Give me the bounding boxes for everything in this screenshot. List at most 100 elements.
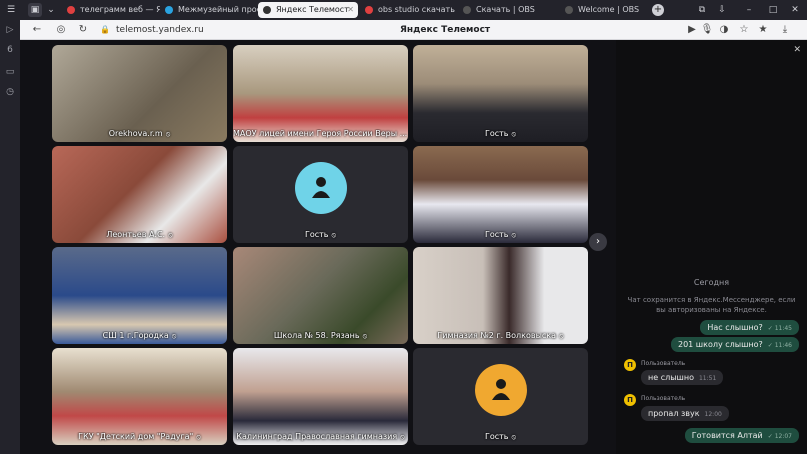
mic-muted-icon: ⦸ — [196, 433, 201, 441]
participant-tile[interactable]: Orekhova.r.m ⦸ — [52, 45, 227, 142]
download-icon[interactable]: ⤓ — [778, 23, 792, 37]
video-feed — [233, 45, 408, 142]
screen-share-icon[interactable]: ▭ — [4, 66, 16, 78]
participant-tile[interactable]: Калининград Православная гимназия ⦸ — [233, 348, 408, 445]
tab-obs-download[interactable]: Скачать | OBS — [458, 2, 558, 18]
participant-tile[interactable]: Гость ⦸ — [413, 348, 588, 445]
participant-name: Гость ⦸ — [484, 129, 517, 138]
video-feed — [52, 146, 227, 243]
browser-sidebar: ▷ 6 ▭ ◷ — [0, 20, 20, 454]
address-bar: ← ◎ ↻ 🔒 telemost.yandex.ru Яндекс Телемо… — [20, 20, 807, 40]
downloads-icon[interactable]: ⇩ — [715, 3, 729, 17]
alice-icon[interactable]: ◎ — [54, 23, 68, 37]
back-arrow-icon[interactable]: ← — [30, 23, 44, 37]
participant-tile[interactable]: Школа № 58. Рязань ⦸ — [233, 247, 408, 344]
video-grid: Orekhova.r.m ⦸ МАОУ лицей имени Героя Рос… — [20, 40, 616, 454]
participant-tile[interactable]: СШ 1 г.Городка ⦸ — [52, 247, 227, 344]
participant-name: Школа № 58. Рязань ⦸ — [273, 331, 368, 340]
chat-message-incoming: пропал звук 12:00 — [641, 406, 729, 421]
page-title: Яндекс Телемост — [400, 25, 491, 35]
tab-obs-search[interactable]: obs studio скачать — Я — [360, 2, 456, 18]
chat-message-outgoing: Готовится Алтай ✓ 12:07 — [684, 428, 799, 443]
extension-icon[interactable]: ◑ — [717, 23, 731, 37]
history-clock-icon[interactable]: ◷ — [4, 86, 16, 98]
profile-tab-icon[interactable]: ▣ — [28, 3, 42, 17]
browser-menu-icon[interactable]: ☰ — [4, 3, 18, 17]
obs-favicon-icon — [565, 6, 573, 14]
video-feed — [413, 247, 588, 344]
chat-message-incoming: не слышно 11:51 — [641, 370, 724, 385]
yandex-favicon-icon — [365, 6, 373, 14]
participant-name: Калининград Православная гимназия ⦸ — [236, 432, 405, 441]
tab-mezhmuzeyny[interactable]: Межмузейный проект — [160, 2, 258, 18]
chat-message-outgoing: 201 школу слышно? ✓ 11:46 — [670, 337, 799, 352]
url-field[interactable]: telemost.yandex.ru — [116, 23, 204, 37]
participant-name: Гость ⦸ — [484, 230, 517, 239]
user-avatar: П — [624, 359, 636, 371]
tab-telegram[interactable]: телеграмм веб — Я — [62, 2, 160, 18]
participant-tile[interactable]: ГКУ "Детский дом "Радуга" ⦸ — [52, 348, 227, 445]
participant-name: ГКУ "Детский дом "Радуга" ⦸ — [78, 432, 201, 441]
mic-muted-icon: ⦸ — [171, 332, 177, 340]
mic-muted-icon: ⦸ — [362, 332, 368, 340]
guest-avatar — [475, 364, 527, 416]
bookmark-icon[interactable]: ☆ — [737, 23, 751, 37]
mic-muted-icon: ⦸ — [511, 433, 517, 441]
minimize-icon[interactable]: – — [742, 3, 756, 17]
new-tab-button[interactable]: + — [652, 4, 664, 16]
star-icon[interactable]: ★ — [756, 23, 770, 37]
participant-tile[interactable]: Леонтьев А.С. ⦸ — [52, 146, 227, 243]
browser-tab-bar: ☰ ▣ ⌄ телеграмм веб — Я Межмузейный прое… — [0, 0, 807, 20]
reload-icon[interactable]: ↻ — [76, 23, 90, 37]
video-feed — [52, 45, 227, 142]
close-tab-icon[interactable]: ✕ — [347, 2, 354, 18]
user-silhouette-icon — [312, 177, 330, 198]
participant-tile[interactable]: МАОУ лицей имени Героя России Веры ...⦸ — [233, 45, 408, 142]
message-author: Пользователь — [641, 360, 686, 367]
message-author: Пользователь — [641, 395, 686, 402]
participant-name: Леонтьев А.С. ⦸ — [106, 230, 173, 239]
microphone-permission-icon[interactable]: 🎙 — [700, 23, 714, 37]
video-feed — [233, 348, 408, 445]
next-page-button[interactable]: › — [589, 233, 607, 251]
close-window-icon[interactable]: ✕ — [788, 3, 802, 17]
participant-tile[interactable]: Гимназия №2 г. Волковыска ⦸ — [413, 247, 588, 344]
number-six-icon[interactable]: 6 — [4, 44, 16, 56]
mic-muted-icon: ⦸ — [400, 433, 405, 441]
user-avatar: П — [624, 394, 636, 406]
lock-icon: 🔒 — [100, 25, 110, 34]
participant-tile[interactable]: Гость ⦸ — [233, 146, 408, 243]
participant-name: СШ 1 г.Городка ⦸ — [102, 331, 177, 340]
mic-muted-icon: ⦸ — [168, 231, 173, 239]
mic-muted-icon: ⦸ — [165, 130, 171, 138]
participant-name: Гость ⦸ — [484, 432, 517, 441]
chevron-down-icon[interactable]: ⌄ — [44, 3, 58, 17]
chat-notice: Чат сохранится в Яндекс.Мессенджере, есл… — [627, 296, 796, 314]
tab-obs-welcome[interactable]: Welcome | OBS — [560, 2, 652, 18]
chat-panel: ✕ Сегодня Чат сохранится в Яндекс.Мессен… — [616, 40, 807, 454]
mic-muted-icon: ⦸ — [511, 130, 517, 138]
tab-telemost[interactable]: Яндекс Телемост ✕ — [258, 2, 358, 18]
play-circle-icon[interactable]: ▷ — [4, 24, 16, 36]
mic-muted-icon: ⦸ — [331, 231, 337, 239]
video-feed — [413, 146, 588, 243]
close-chat-icon[interactable]: ✕ — [793, 45, 801, 55]
telemost-favicon-icon — [263, 6, 271, 14]
video-feed — [413, 45, 588, 142]
maximize-icon[interactable]: □ — [766, 3, 780, 17]
video-feed — [52, 348, 227, 445]
participant-tile[interactable]: Гость ⦸ — [413, 146, 588, 243]
mic-muted-icon: ⦸ — [559, 332, 564, 340]
telegram-favicon-icon — [165, 6, 173, 14]
collections-icon[interactable]: ⧉ — [695, 3, 709, 17]
participant-tile[interactable]: Гость ⦸ — [413, 45, 588, 142]
chat-day-label: Сегодня — [693, 278, 730, 287]
camera-permission-icon[interactable]: ▶ — [685, 23, 699, 37]
video-feed — [233, 247, 408, 344]
obs-favicon-icon — [463, 6, 471, 14]
chat-message-outgoing: Нас слышно? ✓ 11:45 — [700, 320, 799, 335]
guest-avatar — [295, 162, 347, 214]
participant-name: Гимназия №2 г. Волковыска ⦸ — [437, 331, 564, 340]
mic-muted-icon: ⦸ — [511, 231, 517, 239]
participant-name: МАОУ лицей имени Героя России Веры ...⦸ — [233, 129, 408, 138]
